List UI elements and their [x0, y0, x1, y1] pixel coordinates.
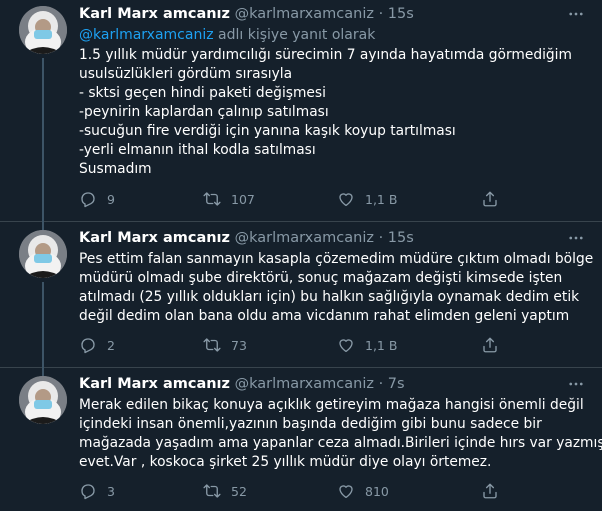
text-line: mağazada yaşadım ama yapanlar ceza almad… — [79, 435, 602, 451]
share-button[interactable] — [481, 335, 499, 355]
text-line: Merak edilen bikaç konuya açıklık getire… — [79, 397, 584, 413]
retweet-count: 52 — [231, 483, 247, 499]
text-line: Susmadım — [79, 161, 152, 177]
share-icon — [481, 190, 499, 208]
action-bar: 9 107 1,1 B — [79, 189, 584, 209]
reply-button[interactable]: 9 — [79, 189, 115, 209]
retweet-icon — [203, 482, 221, 500]
action-bar: 2 73 1,1 B — [79, 335, 584, 355]
reply-count: 9 — [107, 191, 115, 207]
tweet-header: Karl Marx amcanız @karlmarxamcaniz · 15s — [79, 4, 414, 24]
text-line: müdürü olmadı şube direktörü, sonuç mağa… — [79, 270, 563, 286]
like-icon — [337, 336, 355, 354]
more-icon[interactable] — [564, 228, 588, 248]
dot-separator: · — [378, 230, 384, 246]
timestamp[interactable]: 15s — [388, 6, 414, 22]
tweet-1[interactable]: Karl Marx amcanız @karlmarxamcaniz · 15s… — [0, 0, 602, 222]
thread-line — [42, 221, 44, 230]
tweet-text: 1.5 yıllık müdür yardımcılığı sürecimin … — [79, 46, 584, 179]
retweet-icon — [203, 190, 221, 208]
reply-handle-link[interactable]: @karlmarxamcaniz — [79, 27, 214, 43]
text-line: 1.5 yıllık müdür yardımcılığı sürecimin … — [79, 47, 572, 63]
tweet-2[interactable]: Karl Marx amcanız @karlmarxamcaniz · 15s… — [0, 221, 602, 368]
text-line: -peynirin kaplardan çalınıp satılması — [79, 104, 329, 120]
more-icon[interactable] — [564, 374, 588, 394]
like-count: 810 — [365, 483, 389, 499]
share-button[interactable] — [481, 481, 499, 501]
thread-line — [42, 282, 44, 367]
display-name[interactable]: Karl Marx amcanız — [79, 230, 230, 246]
display-name[interactable]: Karl Marx amcanız — [79, 6, 230, 22]
retweet-count: 73 — [231, 337, 247, 353]
reply-icon — [79, 190, 97, 208]
like-icon — [337, 190, 355, 208]
action-bar: 3 52 810 — [79, 481, 584, 501]
dot-separator: · — [378, 376, 384, 392]
reply-button[interactable]: 2 — [79, 335, 115, 355]
avatar[interactable] — [19, 376, 67, 424]
tweet-text: Merak edilen bikaç konuya açıklık getire… — [79, 396, 602, 472]
reply-suffix: adlı kişiye yanıt olarak — [213, 27, 376, 43]
text-line: -yerli elmanın ithal kodla satılması — [79, 142, 316, 158]
reply-button[interactable]: 3 — [79, 481, 115, 501]
retweet-button[interactable]: 52 — [203, 481, 247, 501]
tweet-text: Pes ettim falan sanmayın kasapla çözemed… — [79, 250, 594, 326]
text-line: atılmadı (25 yıllık oldukları için) bu h… — [79, 289, 580, 305]
text-line: usulsüzlükleri gördüm sırasıyla — [79, 66, 293, 82]
retweet-button[interactable]: 107 — [203, 189, 255, 209]
avatar[interactable] — [19, 6, 67, 54]
more-icon[interactable] — [564, 4, 588, 24]
like-button[interactable]: 1,1 B — [337, 189, 397, 209]
retweet-icon — [203, 336, 221, 354]
handle[interactable]: @karlmarxamcaniz — [235, 6, 374, 22]
like-count: 1,1 B — [365, 191, 398, 207]
share-icon — [481, 482, 499, 500]
tweet-3[interactable]: Karl Marx amcanız @karlmarxamcaniz · 7s … — [0, 367, 602, 511]
timestamp[interactable]: 15s — [388, 230, 414, 246]
like-button[interactable]: 1,1 B — [337, 335, 397, 355]
like-count: 1,1 B — [365, 337, 398, 353]
share-button[interactable] — [481, 189, 499, 209]
like-icon — [337, 482, 355, 500]
text-line: Pes ettim falan sanmayın kasapla çözemed… — [79, 251, 594, 267]
text-line: -sucuğun fire verdiği için yanına kaşık … — [79, 123, 456, 139]
like-button[interactable]: 810 — [337, 481, 389, 501]
tweet-header: Karl Marx amcanız @karlmarxamcaniz · 7s — [79, 374, 405, 394]
tweet-header: Karl Marx amcanız @karlmarxamcaniz · 15s — [79, 228, 414, 248]
reply-icon — [79, 482, 97, 500]
avatar[interactable] — [19, 230, 67, 278]
reply-icon — [79, 336, 97, 354]
handle[interactable]: @karlmarxamcaniz — [235, 376, 374, 392]
text-line: - sktsi geçen hindi paketi değişmesi — [79, 85, 326, 101]
text-line: içindeki insan önemli,yazının başında de… — [79, 416, 542, 432]
share-icon — [481, 336, 499, 354]
retweet-count: 107 — [231, 191, 255, 207]
reply-count: 3 — [107, 483, 115, 499]
dot-separator: · — [378, 6, 384, 22]
retweet-button[interactable]: 73 — [203, 335, 247, 355]
text-line: değil dedim olan bana oldu ama vicdanım … — [79, 308, 570, 324]
thread-line — [42, 58, 44, 221]
timestamp[interactable]: 7s — [388, 376, 405, 392]
reply-context: @karlmarxamcaniz adlı kişiye yanıt olara… — [79, 25, 375, 45]
thread-line — [42, 367, 44, 376]
handle[interactable]: @karlmarxamcaniz — [235, 230, 374, 246]
display-name[interactable]: Karl Marx amcanız — [79, 376, 230, 392]
reply-count: 2 — [107, 337, 115, 353]
text-line: evet.Var , koskoca şirket 25 yıllık müdü… — [79, 454, 492, 470]
